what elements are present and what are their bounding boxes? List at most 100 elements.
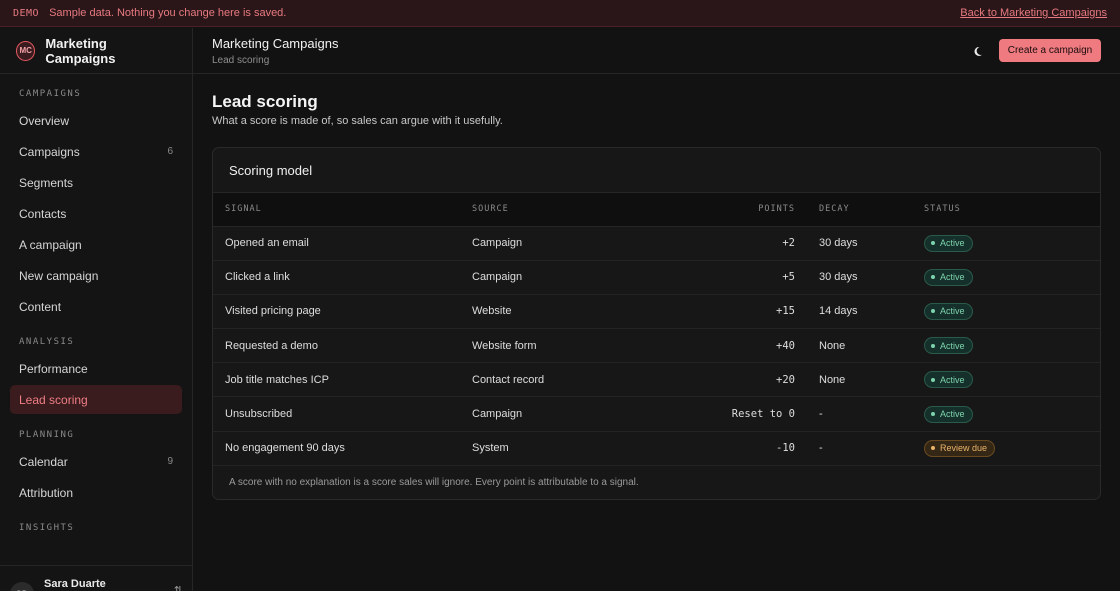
status-badge: Active xyxy=(924,234,973,252)
signal-cell: Job title matches ICP xyxy=(213,362,472,398)
status-cell: Active xyxy=(911,362,1100,398)
sidebar-item-label: Campaigns xyxy=(19,144,80,159)
sidebar-item-count: 6 xyxy=(167,146,173,157)
sidebar-item-label: Overview xyxy=(19,113,70,128)
nav-section-label: CAMPAIGNS xyxy=(19,89,82,99)
status-cell: Active xyxy=(911,328,1100,364)
decay-cell: - xyxy=(795,431,911,466)
sidebar-item-label: Contacts xyxy=(19,206,67,221)
signal-cell: Clicked a link xyxy=(213,260,472,295)
brand-avatar: MC xyxy=(16,40,36,61)
status-label: Active xyxy=(940,306,965,317)
status-label: Active xyxy=(940,340,965,351)
status-label: Active xyxy=(940,238,965,249)
sidebar-item-count: 9 xyxy=(167,456,173,467)
table-row[interactable]: Job title matches ICP Contact record +20 No… xyxy=(213,362,1100,398)
col-decay: DECAY xyxy=(795,193,911,227)
moon-icon[interactable] xyxy=(968,42,986,60)
decay-cell: None xyxy=(795,328,911,364)
col-points: POINTS xyxy=(683,193,795,227)
sidebar-item-overview[interactable]: Overview xyxy=(10,106,182,135)
points-cell: +15 xyxy=(683,294,795,330)
status-cell: Active xyxy=(911,294,1100,330)
sidebar-item-performance[interactable]: Performance xyxy=(10,354,182,383)
points-cell: +5 xyxy=(683,260,795,295)
user-name: Sara Duarte xyxy=(44,578,106,590)
status-cell: Review due xyxy=(911,431,1100,466)
table-row[interactable]: No engagement 90 days System -10- Review du… xyxy=(213,431,1100,466)
user-profile[interactable]: SD Sara Duarte ⇅ xyxy=(0,565,192,591)
sidebar-item-lead-scoring[interactable]: Lead scoring xyxy=(10,385,182,414)
sidebar-item-campaigns[interactable]: Campaigns 6 xyxy=(10,137,182,166)
sidebar-item-label: A campaign xyxy=(19,237,82,252)
points-cell: +20 xyxy=(683,362,795,398)
source-cell: Website form xyxy=(472,328,683,364)
table-row[interactable]: Opened an email Campaign +2 30 days Active xyxy=(213,226,1100,261)
points-cell: -10 xyxy=(683,431,795,466)
sidebar-item-attribution[interactable]: Attribution xyxy=(10,478,182,507)
col-status: STATUS xyxy=(911,193,1100,227)
sidebar-item-label: New campaign xyxy=(19,268,99,283)
signal-cell: Requested a demo xyxy=(213,328,472,364)
source-cell: Campaign xyxy=(472,396,683,432)
signal-cell: No engagement 90 days xyxy=(213,431,472,466)
points-cell: Reset to 0 xyxy=(683,396,795,432)
main-content: Lead scoring What a score is made of, so… xyxy=(212,92,1101,500)
points-cell: +2 xyxy=(683,226,795,261)
table-row[interactable]: Requested a demo Website form +40 None Activ… xyxy=(213,328,1100,364)
demo-message: Sample data. Nothing you change here is … xyxy=(49,7,287,19)
demo-tag: DEMO xyxy=(13,7,40,19)
scoring-table: SIGNAL SOURCE POINTS DECAY STATUS Opened… xyxy=(213,193,1100,466)
table-header-row: SIGNAL SOURCE POINTS DECAY STATUS xyxy=(213,193,1100,227)
status-cell: Active xyxy=(911,260,1100,295)
nav-section-label: INSIGHTS xyxy=(19,523,75,533)
table-row[interactable]: Unsubscribed Campaign Reset to 0- Active xyxy=(213,396,1100,432)
status-badge: Active xyxy=(924,337,973,355)
col-signal: SIGNAL xyxy=(213,193,472,227)
create-campaign-button[interactable]: Create a campaign xyxy=(999,39,1101,62)
source-cell: Contact record xyxy=(472,362,683,398)
back-link[interactable]: Back to Marketing Campaigns xyxy=(960,7,1107,19)
signal-cell: Visited pricing page xyxy=(213,294,472,330)
brand[interactable]: MC Marketing Campaigns xyxy=(0,28,192,74)
status-badge: Active xyxy=(924,405,973,423)
sidebar-item-label: Performance xyxy=(19,361,88,376)
status-dot-icon xyxy=(931,446,935,451)
sidebar-item-label: Attribution xyxy=(19,485,74,500)
sidebar-item-calendar[interactable]: Calendar 9 xyxy=(10,447,182,476)
brand-name: Marketing Campaigns xyxy=(45,35,116,66)
sidebar-item-label: Lead scoring xyxy=(19,392,88,407)
signal-cell: Opened an email xyxy=(213,226,472,261)
decay-cell: 30 days xyxy=(795,260,911,295)
table-row[interactable]: Visited pricing page Website +15 14 days Act… xyxy=(213,294,1100,330)
card-title: Scoring model xyxy=(213,148,1100,193)
status-badge: Active xyxy=(924,302,973,320)
status-cell: Active xyxy=(911,396,1100,432)
status-dot-icon xyxy=(931,309,935,314)
status-dot-icon xyxy=(931,377,935,382)
table-row[interactable]: Clicked a link Campaign +5 30 days Active xyxy=(213,260,1100,295)
sidebar-item-a-campaign[interactable]: A campaign xyxy=(10,230,182,259)
decay-cell: None xyxy=(795,362,911,398)
status-badge: Active xyxy=(924,268,973,286)
status-badge: Active xyxy=(924,371,973,389)
user-avatar: SD xyxy=(10,582,34,591)
signal-cell: Unsubscribed xyxy=(213,396,472,432)
card-footnote: A score with no explanation is a score s… xyxy=(229,476,639,488)
sidebar-item-new-campaign[interactable]: New campaign xyxy=(10,261,182,290)
status-label: Active xyxy=(940,409,965,420)
sidebar: MC Marketing Campaigns CAMPAIGNS Overview… xyxy=(0,28,193,591)
sidebar-item-label: Calendar xyxy=(19,454,68,469)
source-cell: Campaign xyxy=(472,226,683,261)
switch-icon[interactable]: ⇅ xyxy=(174,584,183,591)
nav-section-label: ANALYSIS xyxy=(19,337,75,347)
points-cell: +40 xyxy=(683,328,795,364)
sidebar-item-content[interactable]: Content xyxy=(10,292,182,321)
sidebar-item-segments[interactable]: Segments xyxy=(10,168,182,197)
sidebar-item-contacts[interactable]: Contacts xyxy=(10,199,182,228)
decay-cell: - xyxy=(795,396,911,432)
status-label: Active xyxy=(940,374,965,385)
page-subtitle: What a score is made of, so sales can ar… xyxy=(212,115,503,127)
status-label: Review due xyxy=(940,443,988,454)
sidebar-item-label: Content xyxy=(19,299,62,314)
